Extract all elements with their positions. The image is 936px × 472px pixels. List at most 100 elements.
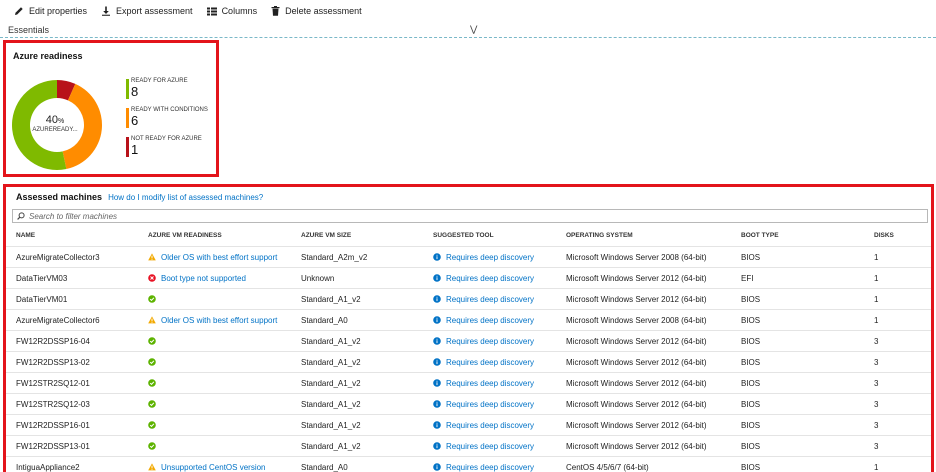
table-row[interactable]: FW12R2DSSP16-01 Standard_A1_v2 Requires de… [6,415,931,436]
assessed-machines-title: Assessed machines [16,192,103,202]
disk-count: 1 [874,252,879,262]
disk-count: 3 [874,336,879,346]
vm-size: Standard_A1_v2 [301,357,361,367]
vm-size: Standard_A1_v2 [301,294,361,304]
boot-type: BIOS [741,294,761,304]
info-icon [433,274,441,282]
suggested-tool-link[interactable]: Requires deep discovery [446,358,534,367]
table-row[interactable]: AzureMigrateCollector3 Older OS with best… [6,247,931,268]
table-row[interactable]: DataTierVM01 Standard_A1_v2 Requires deep … [6,289,931,310]
boot-type: BIOS [741,336,761,346]
boot-type: BIOS [741,420,761,430]
check-icon [148,421,156,429]
legend-not-ready[interactable]: NOT READY FOR AZURE 1 [126,135,202,157]
check-icon [148,337,156,345]
table-row[interactable]: FW12R2DSSP16-04 Standard_A1_v2 Requires de… [6,331,931,352]
donut-center: 40% AZUREREADY... [28,114,82,133]
columns-button[interactable]: Columns [206,6,257,16]
suggested-tool-cell: Requires deep discovery [433,331,534,351]
suggested-tool-link[interactable]: Requires deep discovery [446,316,534,325]
table-row[interactable]: IntiguaAppliance2 Unsupported CentOS vers… [6,457,931,472]
suggested-tool-link[interactable]: Requires deep discovery [446,274,534,283]
table-row[interactable]: DataTierVM03 Boot type not supported Unkno… [6,268,931,289]
check-icon [148,400,156,408]
vm-size: Standard_A1_v2 [301,441,361,451]
legend-not-ready-label: NOT READY FOR AZURE [131,136,202,142]
machine-name: AzureMigrateCollector6 [16,315,100,325]
disk-count: 3 [874,357,879,367]
machine-name: FW12R2DSSP13-02 [16,357,90,367]
modify-list-help-link[interactable]: How do I modify list of assessed machine… [108,193,263,202]
info-icon [433,379,441,387]
filter-search-box[interactable] [12,209,928,223]
boot-type: BIOS [741,441,761,451]
table-row[interactable]: FW12STR2SQ12-01 Standard_A1_v2 Requires de… [6,373,931,394]
vm-size: Standard_A2m_v2 [301,252,368,262]
suggested-tool-link[interactable]: Requires deep discovery [446,253,534,262]
suggested-tool-link[interactable]: Requires deep discovery [446,463,534,472]
table-row[interactable]: FW12STR2SQ12-03 Standard_A1_v2 Requires de… [6,394,931,415]
operating-system: Microsoft Windows Server 2008 (64-bit) [566,315,707,325]
table-row[interactable]: AzureMigrateCollector6 Older OS with best… [6,310,931,331]
check-icon [148,358,156,366]
double-chevron-down-icon[interactable]: ⋁ [470,24,477,35]
export-assessment-label: Export assessment [116,6,193,16]
table-row[interactable]: FW12R2DSSP13-02 Standard_A1_v2 Requires de… [6,352,931,373]
column-header-name[interactable]: NAME [16,225,35,246]
column-header-readiness[interactable]: AZURE VM READINESS [148,225,222,246]
pencil-icon [15,7,23,15]
azure-readiness-panel[interactable]: Azure readiness 40% AZUREREADY... READY … [3,40,219,177]
column-header-vm-size[interactable]: AZURE VM SIZE [301,225,351,246]
readiness-link[interactable]: Unsupported CentOS version [161,463,266,472]
suggested-tool-link[interactable]: Requires deep discovery [446,295,534,304]
legend-ready[interactable]: READY FOR AZURE 8 [126,77,188,99]
operating-system: CentOS 4/5/6/7 (64-bit) [566,462,649,472]
suggested-tool-cell: Requires deep discovery [433,415,534,435]
readiness-cell: Boot type not supported [148,268,246,288]
suggested-tool-cell: Requires deep discovery [433,289,534,309]
machine-name: DataTierVM01 [16,294,68,304]
disk-count: 1 [874,315,879,325]
suggested-tool-link[interactable]: Requires deep discovery [446,337,534,346]
table-row[interactable]: FW12R2DSSP13-01 Standard_A1_v2 Requires de… [6,436,931,457]
legend-conditional[interactable]: READY WITH CONDITIONS 6 [126,106,208,128]
check-icon [148,442,156,450]
command-bar: Edit properties Export assessment Column… [0,0,936,22]
column-header-operating-system[interactable]: OPERATING SYSTEM [566,225,633,246]
readiness-cell: Older OS with best effort support [148,247,277,267]
check-icon [148,379,156,387]
suggested-tool-link[interactable]: Requires deep discovery [446,400,534,409]
export-assessment-button[interactable]: Export assessment [101,6,193,16]
info-icon [433,337,441,345]
delete-assessment-button[interactable]: Delete assessment [271,6,362,16]
readiness-cell: Older OS with best effort support [148,310,277,330]
readiness-link[interactable]: Older OS with best effort support [161,253,277,262]
column-header-disks[interactable]: DISKS [874,225,894,246]
suggested-tool-cell: Requires deep discovery [433,457,534,472]
readiness-cell [148,394,161,414]
check-icon [148,295,156,303]
legend-conditional-label: READY WITH CONDITIONS [131,107,208,113]
grid-header-row: NAME AZURE VM READINESS AZURE VM SIZE SU… [6,225,931,247]
suggested-tool-cell: Requires deep discovery [433,373,534,393]
vm-size: Standard_A1_v2 [301,378,361,388]
suggested-tool-link[interactable]: Requires deep discovery [446,421,534,430]
suggested-tool-cell: Requires deep discovery [433,394,534,414]
warning-icon [148,463,156,471]
column-header-suggested-tool[interactable]: SUGGESTED TOOL [433,225,494,246]
operating-system: Microsoft Windows Server 2012 (64-bit) [566,378,707,388]
readiness-link[interactable]: Older OS with best effort support [161,316,277,325]
suggested-tool-link[interactable]: Requires deep discovery [446,442,534,451]
filter-machines-input[interactable] [29,211,909,221]
disk-count: 3 [874,441,879,451]
legend-not-ready-swatch [126,137,129,157]
suggested-tool-link[interactable]: Requires deep discovery [446,379,534,388]
column-header-boot-type[interactable]: BOOT TYPE [741,225,779,246]
readiness-link[interactable]: Boot type not supported [161,274,246,283]
machine-name: AzureMigrateCollector3 [16,252,100,262]
essentials-bar[interactable]: Essentials ⋁ [0,23,936,38]
machine-name: IntiguaAppliance2 [16,462,80,472]
machine-name: FW12R2DSSP13-01 [16,441,90,451]
edit-properties-button[interactable]: Edit properties [14,6,87,16]
columns-icon [206,7,217,15]
